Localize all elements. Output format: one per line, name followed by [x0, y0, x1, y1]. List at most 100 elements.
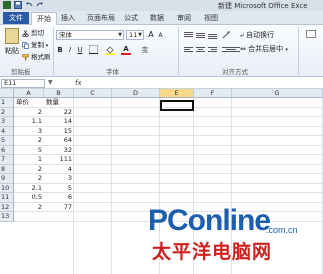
grow-font-button[interactable]: A [147, 30, 155, 40]
cell-b12[interactable]: 77 [44, 203, 74, 212]
cell-a7[interactable]: 1 [14, 155, 44, 164]
font-name-value: 宋体 [59, 31, 72, 39]
cell-b3[interactable]: 14 [44, 117, 74, 126]
align-top-icon[interactable] [184, 31, 193, 39]
tab-view[interactable]: 视图 [204, 12, 218, 25]
row-header[interactable]: 1 [0, 98, 14, 108]
tab-home[interactable]: 开始 [31, 12, 57, 25]
column-header-f[interactable]: F [194, 89, 232, 98]
fill-color-button[interactable] [104, 45, 116, 55]
format-painter-icon [22, 53, 29, 61]
cell-b10[interactable]: 5 [44, 184, 74, 193]
column-header-a[interactable]: A [14, 89, 44, 98]
cell-a4[interactable]: 3 [14, 127, 44, 136]
merge-center-button[interactable]: ⇔ 合并后居中 ▾ [240, 44, 298, 54]
cell-a6[interactable]: 5 [14, 146, 44, 155]
select-all-corner[interactable] [0, 89, 14, 98]
fx-icon[interactable]: fx [75, 79, 82, 87]
borders-button[interactable] [87, 45, 99, 55]
row-header[interactable]: 12 [0, 202, 14, 212]
cell-b8[interactable]: 4 [44, 165, 74, 174]
cell-a12[interactable]: 2 [14, 203, 44, 212]
name-box[interactable]: E11 [1, 79, 45, 88]
font-color-button[interactable]: A [121, 44, 131, 55]
cell-b9[interactable]: 3 [44, 174, 74, 183]
format-painter-label: 格式刷 [31, 53, 51, 61]
group-divider [178, 27, 179, 75]
bold-button[interactable]: B [56, 45, 64, 55]
save-icon[interactable] [14, 1, 22, 9]
cell-b4[interactable]: 15 [44, 127, 74, 136]
cell-b7[interactable]: 111 [44, 155, 74, 164]
phonetic-button[interactable]: 变 [140, 45, 150, 55]
align-left-icon[interactable] [184, 46, 193, 54]
wrap-text-icon: ⤶ [240, 31, 244, 39]
align-middle-icon[interactable] [196, 31, 205, 39]
tab-formulas[interactable]: 公式 [124, 12, 138, 25]
cell-a3[interactable]: 1.1 [14, 117, 44, 126]
row-header[interactable]: 2 [0, 107, 14, 117]
copy-button[interactable]: 复制 ▾ [22, 41, 48, 50]
font-name-select[interactable]: 宋体 ▼ [56, 30, 124, 40]
decrease-indent-icon[interactable] [222, 46, 231, 54]
font-size-select[interactable]: 11 ▼ [126, 30, 144, 40]
cell-a11[interactable]: 0.5 [14, 193, 44, 202]
undo-icon[interactable] [25, 1, 33, 9]
row-header[interactable]: 11 [0, 193, 14, 203]
align-bottom-icon[interactable] [208, 31, 217, 39]
clipboard-group-label: 剪贴板 [11, 68, 31, 76]
cell-b2[interactable]: 22 [44, 108, 74, 117]
wrap-text-button[interactable]: ⤶ 自动换行 [240, 30, 286, 40]
cell-b6[interactable]: 32 [44, 146, 74, 155]
cell-b13[interactable] [44, 212, 74, 221]
redo-icon[interactable] [36, 1, 44, 9]
column-header-e[interactable]: E [160, 89, 194, 98]
cell-a5[interactable]: 2 [14, 136, 44, 145]
cell-b11[interactable]: 6 [44, 193, 74, 202]
font-color-label: A [123, 45, 129, 53]
increase-indent-icon[interactable] [231, 46, 240, 54]
row-header[interactable]: 13 [0, 212, 14, 222]
cut-button[interactable]: 剪切 [22, 29, 44, 38]
row-header[interactable]: 9 [0, 174, 14, 184]
tab-page-layout[interactable]: 页面布局 [87, 12, 115, 25]
row-header[interactable]: 5 [0, 136, 14, 146]
format-painter-button[interactable]: 格式刷 [22, 53, 51, 62]
cell-a2[interactable]: 2 [14, 108, 44, 117]
underline-button[interactable]: U [76, 45, 84, 55]
row-header[interactable]: 10 [0, 183, 14, 193]
tab-data[interactable]: 数据 [150, 12, 164, 25]
formula-input[interactable] [88, 79, 322, 88]
scissors-icon [22, 29, 29, 37]
number-format-button[interactable] [303, 30, 319, 40]
shrink-font-button[interactable]: A [157, 31, 164, 41]
tab-review[interactable]: 审阅 [177, 12, 191, 25]
column-header-c[interactable]: C [74, 89, 112, 98]
cell-b1[interactable]: 数量 [46, 98, 74, 107]
column-header-b[interactable]: B [44, 89, 74, 98]
merge-center-label: 合并后居中 [248, 45, 284, 53]
orientation-icon[interactable] [222, 31, 231, 39]
row-header[interactable]: 8 [0, 164, 14, 174]
italic-button[interactable]: I [66, 45, 74, 55]
row-header[interactable]: 4 [0, 126, 14, 136]
cell-a13[interactable] [14, 212, 44, 221]
cell-a8[interactable]: 2 [14, 165, 44, 174]
cell-a1[interactable]: 单价 [16, 98, 44, 107]
cell-a10[interactable]: 2.1 [14, 184, 44, 193]
column-header-g[interactable]: G [232, 89, 323, 98]
tab-insert[interactable]: 插入 [61, 12, 75, 25]
align-right-icon[interactable] [208, 46, 217, 54]
column-header-d[interactable]: D [112, 89, 160, 98]
paste-button[interactable]: 粘贴 [3, 28, 21, 62]
column-gridline [111, 98, 112, 274]
chevron-down-icon: ▼ [118, 32, 122, 38]
row-header[interactable]: 3 [0, 117, 14, 127]
active-cell-cursor[interactable] [160, 100, 194, 111]
cell-b5[interactable]: 64 [44, 136, 74, 145]
row-header[interactable]: 6 [0, 145, 14, 155]
file-tab[interactable]: 文件 [3, 12, 29, 24]
align-center-icon[interactable] [196, 46, 205, 54]
cell-a9[interactable]: 2 [14, 174, 44, 183]
row-header[interactable]: 7 [0, 155, 14, 165]
